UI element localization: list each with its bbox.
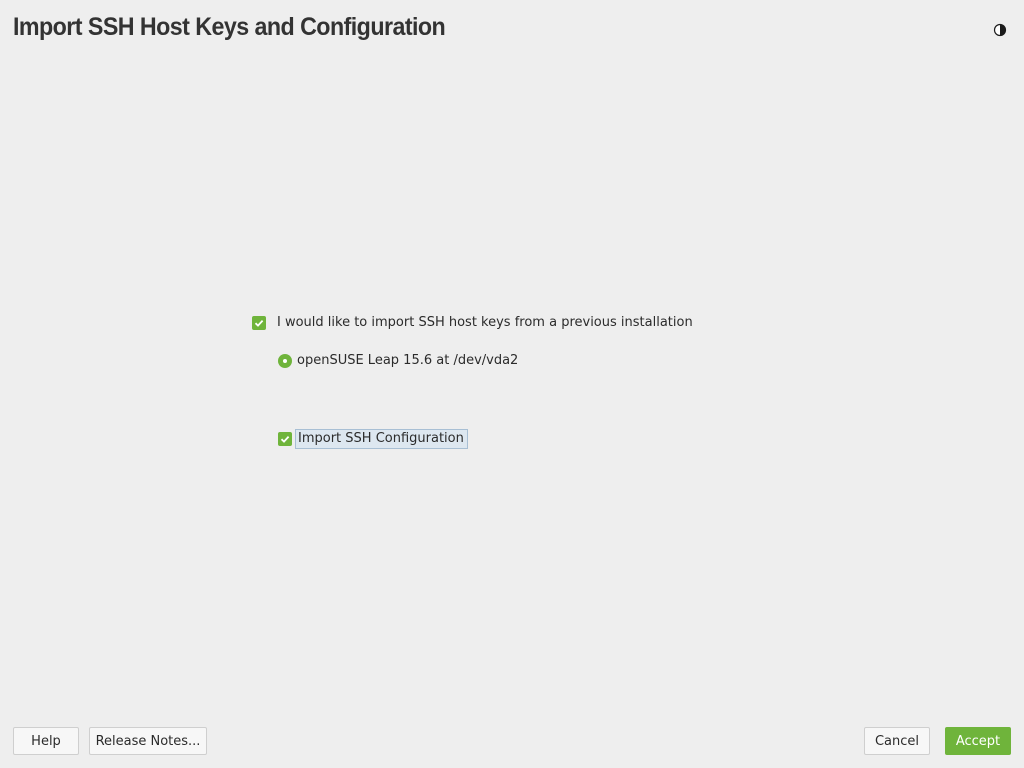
import-host-keys-label: I would like to import SSH host keys fro…: [277, 315, 693, 330]
half-moon-icon[interactable]: [993, 22, 1007, 37]
page-title: Import SSH Host Keys and Configuration: [13, 13, 446, 41]
cancel-button[interactable]: Cancel: [864, 727, 930, 755]
installer-window: Import SSH Host Keys and Configuration I…: [0, 0, 1024, 768]
checkmark-icon: [252, 315, 266, 330]
import-ssh-config-checkbox[interactable]: Import SSH Configuration: [278, 429, 468, 449]
radio-selected-icon: [278, 353, 292, 368]
accept-button[interactable]: Accept: [945, 727, 1011, 755]
source-partition-label: openSUSE Leap 15.6 at /dev/vda2: [297, 353, 519, 368]
checkmark-icon: [278, 432, 292, 446]
help-button[interactable]: Help: [13, 727, 79, 755]
source-radio-button[interactable]: openSUSE Leap 15.6 at /dev/vda2: [278, 353, 518, 368]
import-host-keys-checkbox[interactable]: I would like to import SSH host keys fro…: [252, 315, 693, 330]
import-ssh-config-label: Import SSH Configuration: [295, 429, 468, 449]
release-notes-button[interactable]: Release Notes...: [89, 727, 207, 755]
